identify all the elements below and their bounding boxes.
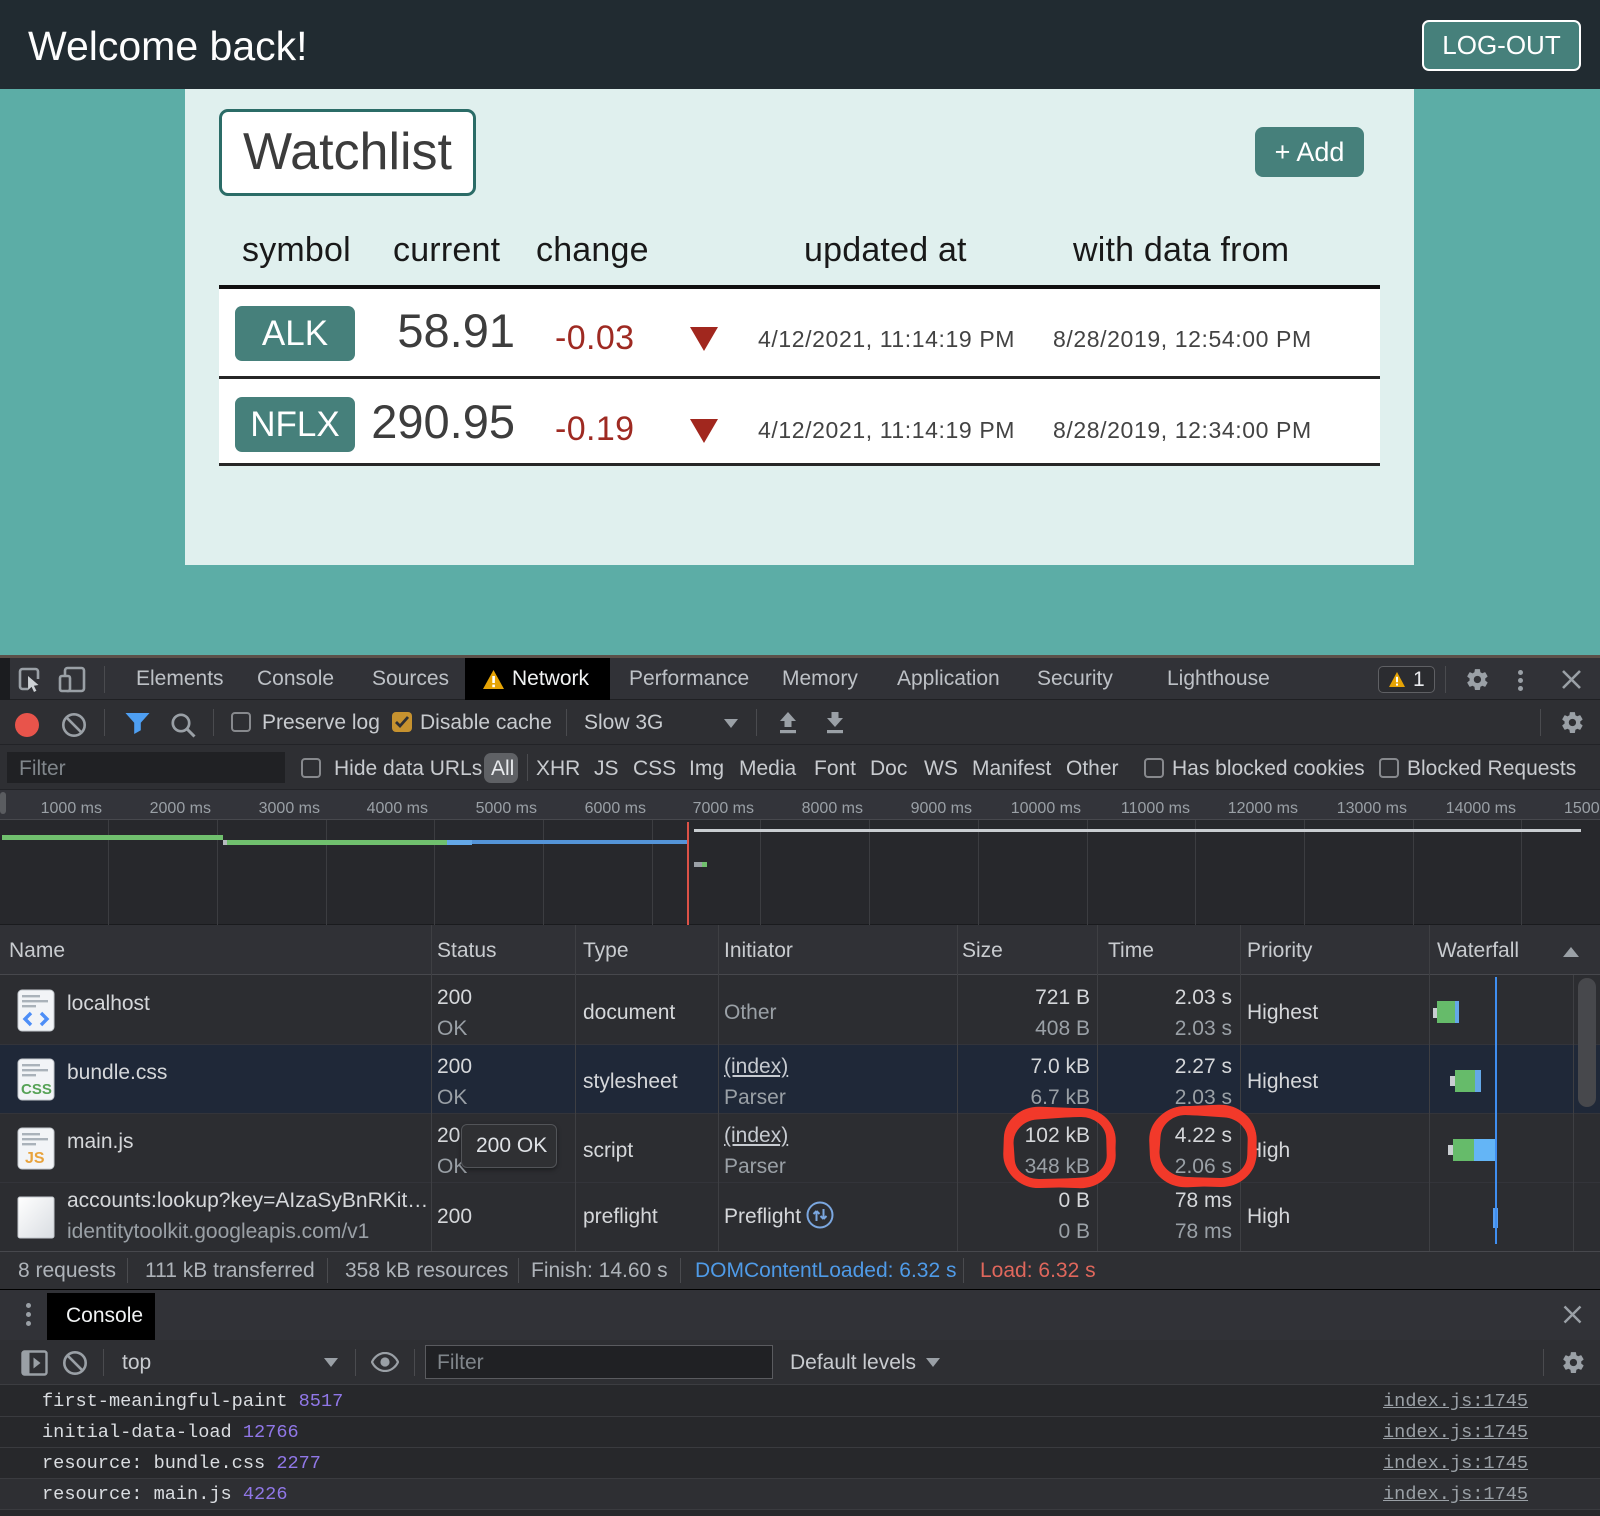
svg-text:JS: JS bbox=[25, 1150, 45, 1167]
svg-text:CSS: CSS bbox=[21, 1081, 52, 1098]
